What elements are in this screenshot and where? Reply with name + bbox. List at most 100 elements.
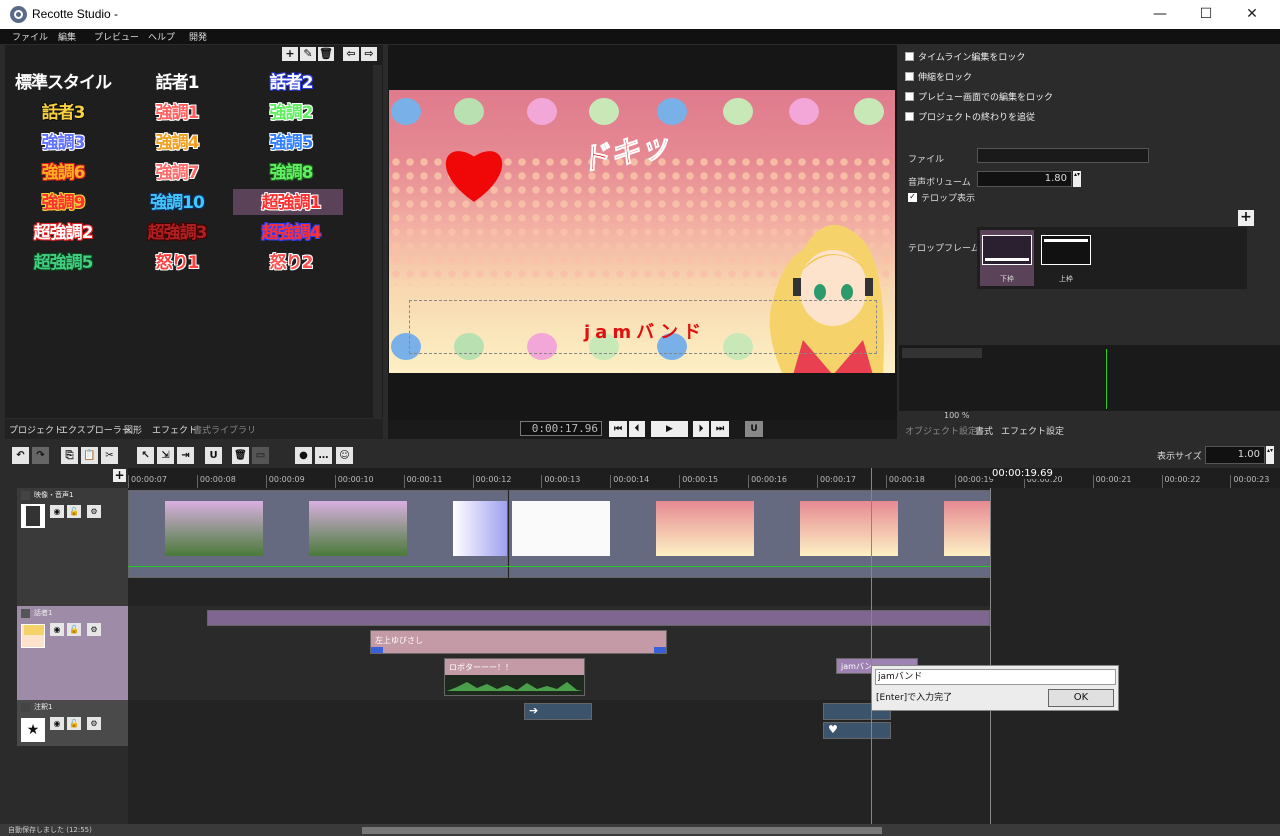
add-emotion-icon[interactable]: ☺ [336, 447, 353, 464]
tab-effect-settings[interactable]: エフェクト設定 [1001, 424, 1064, 437]
settings-icon[interactable]: ⚙ [87, 623, 101, 636]
style-preset-13[interactable]: 強調9 [9, 191, 117, 215]
style-preset-14[interactable]: 強調10 [123, 191, 231, 215]
minimize-button[interactable]: — [1137, 0, 1183, 29]
volume-spinner[interactable]: ▴▾ [1073, 171, 1081, 187]
timecode-display[interactable]: 0:00:17.96 [520, 421, 602, 436]
magnet-icon[interactable]: U [205, 447, 222, 464]
follow-end-checkbox[interactable] [905, 112, 914, 121]
style-preset-20[interactable]: 怒り1 [123, 251, 231, 275]
lock-timeline-checkbox[interactable] [905, 52, 914, 61]
waveform-scroll[interactable] [902, 348, 982, 358]
style-preset-17[interactable]: 超強調3 [123, 221, 231, 245]
menu-file[interactable]: ファイル [12, 30, 48, 43]
style-preset-10[interactable]: 強調6 [9, 161, 117, 185]
track-header-video[interactable]: 映像・音声1 ◉ 🔓 ⚙ [17, 488, 128, 606]
frame-option-top[interactable]: 上枠 [1039, 230, 1093, 286]
redo-icon[interactable]: ↷ [32, 447, 49, 464]
track-header-speaker[interactable]: 話者1 ◉ 🔓 ⚙ [17, 606, 128, 700]
telop-text[interactable]: jamバンド [584, 318, 706, 344]
style-preset-15[interactable]: 超強調1 [237, 191, 345, 215]
split-tool-icon[interactable]: ⇥ [177, 447, 194, 464]
style-preset-11[interactable]: 強調7 [123, 161, 231, 185]
tab-explorer[interactable]: エクスプローラー [59, 423, 131, 436]
tab-shapes[interactable]: 図形 [124, 423, 142, 436]
style-preset-5[interactable]: 強調1 [123, 101, 231, 125]
video-clip-2[interactable] [509, 490, 990, 578]
style-preset-1[interactable]: 標準スタイル [9, 71, 117, 95]
lock-icon[interactable]: 🔓 [67, 505, 81, 518]
cut-icon[interactable]: ✂ [101, 447, 118, 464]
ripple-icon[interactable]: ▭ [252, 447, 269, 464]
close-button[interactable]: ✕ [1229, 0, 1275, 29]
style-scrollbar[interactable] [373, 65, 382, 418]
menu-help[interactable]: ヘルプ [148, 30, 175, 43]
tab-effects[interactable]: エフェクト [152, 423, 197, 436]
timeline-area[interactable]: 左上ゆびさし ロボターーー！！ jamバン ➔ ♥ [128, 468, 1280, 826]
range-select-icon[interactable]: ⇲ [157, 447, 174, 464]
preview-canvas[interactable]: ドキッ jamバンド [389, 90, 895, 373]
menu-dev[interactable]: 開発 [189, 30, 207, 43]
delete-icon[interactable]: 🗑 [232, 447, 249, 464]
speaker-clip-robot[interactable]: ロボターーー！！ [444, 658, 585, 696]
file-field[interactable] [977, 148, 1149, 163]
style-preset-16[interactable]: 超強調2 [9, 221, 117, 245]
style-preset-6[interactable]: 強調2 [237, 101, 345, 125]
tab-project[interactable]: プロジェクト [9, 423, 63, 436]
snap-magnet-icon[interactable]: U [745, 421, 763, 437]
visibility-icon[interactable]: ◉ [50, 717, 64, 730]
preview-panel[interactable]: ドキッ jamバンド [388, 45, 897, 420]
style-preset-4[interactable]: 話者3 [9, 101, 117, 125]
style-preset-2[interactable]: 話者1 [123, 71, 231, 95]
video-clip-1[interactable] [128, 490, 508, 578]
edit-style-icon[interactable]: ✎ [300, 47, 316, 61]
style-preset-3[interactable]: 話者2 [237, 71, 345, 95]
add-speaker-icon[interactable]: ● [295, 447, 312, 464]
volume-input[interactable]: 1.80 [977, 171, 1072, 187]
playhead[interactable] [871, 468, 872, 826]
telop-text-input[interactable]: jamバンド [875, 669, 1116, 685]
speaker-base-clip[interactable] [207, 610, 990, 626]
telop-show-checkbox[interactable]: ✓ [908, 193, 917, 202]
annotation-clip-arrow[interactable]: ➔ [524, 703, 592, 720]
style-preset-8[interactable]: 強調4 [123, 131, 231, 155]
add-frame-icon[interactable]: + [1238, 210, 1254, 226]
add-style-icon[interactable]: + [282, 47, 298, 61]
speaker-clip-pointing[interactable]: 左上ゆびさし [370, 630, 667, 654]
style-preset-21[interactable]: 怒り2 [237, 251, 345, 275]
copy-icon[interactable]: ⎘ [61, 447, 78, 464]
time-ruler[interactable]: 00:00:07 00:00:08 00:00:09 00:00:10 00:00:11… [128, 468, 1280, 488]
menu-preview[interactable]: プレビュー [94, 30, 139, 43]
style-preset-18[interactable]: 超強調4 [237, 221, 345, 245]
annotation-clip-heart[interactable]: ♥ [823, 722, 891, 739]
import-style-icon[interactable]: ⇦ [343, 47, 359, 61]
prev-frame-icon[interactable]: ⏴ [629, 421, 645, 437]
style-preset-19[interactable]: 超強調5 [9, 251, 117, 275]
lock-preview-checkbox[interactable] [905, 92, 914, 101]
tab-style-library[interactable]: 書式ライブラリ [193, 423, 256, 436]
display-size-spinner[interactable]: ▴▾ [1266, 446, 1274, 464]
add-track-icon[interactable]: + [113, 469, 126, 482]
play-icon[interactable]: ▶ [651, 421, 688, 437]
track-header-annotation[interactable]: 注釈1 ★ ◉ 🔓 ⚙ [17, 700, 128, 746]
export-style-icon[interactable]: ⇨ [361, 47, 377, 61]
settings-icon[interactable]: ⚙ [87, 505, 101, 518]
horizontal-scrollbar[interactable] [362, 827, 882, 834]
undo-icon[interactable]: ↶ [12, 447, 29, 464]
select-tool-icon[interactable]: ↖ [137, 447, 154, 464]
next-frame-icon[interactable]: ⏵ [693, 421, 709, 437]
go-end-icon[interactable]: ⏭ [711, 421, 729, 437]
visibility-icon[interactable]: ◉ [50, 505, 64, 518]
tab-format[interactable]: 書式 [975, 424, 993, 437]
ok-button[interactable]: OK [1048, 689, 1114, 707]
style-preset-9[interactable]: 強調5 [237, 131, 345, 155]
style-preset-12[interactable]: 強調8 [237, 161, 345, 185]
settings-icon[interactable]: ⚙ [87, 717, 101, 730]
go-start-icon[interactable]: ⏮ [609, 421, 627, 437]
waveform-panel[interactable]: 100 % [899, 345, 1280, 420]
zoom-value[interactable]: 100 % [944, 411, 969, 420]
delete-style-icon[interactable]: 🗑 [318, 47, 334, 61]
display-size-input[interactable]: 1.00 [1205, 446, 1265, 464]
lock-icon[interactable]: 🔓 [67, 717, 81, 730]
lock-stretch-checkbox[interactable] [905, 72, 914, 81]
